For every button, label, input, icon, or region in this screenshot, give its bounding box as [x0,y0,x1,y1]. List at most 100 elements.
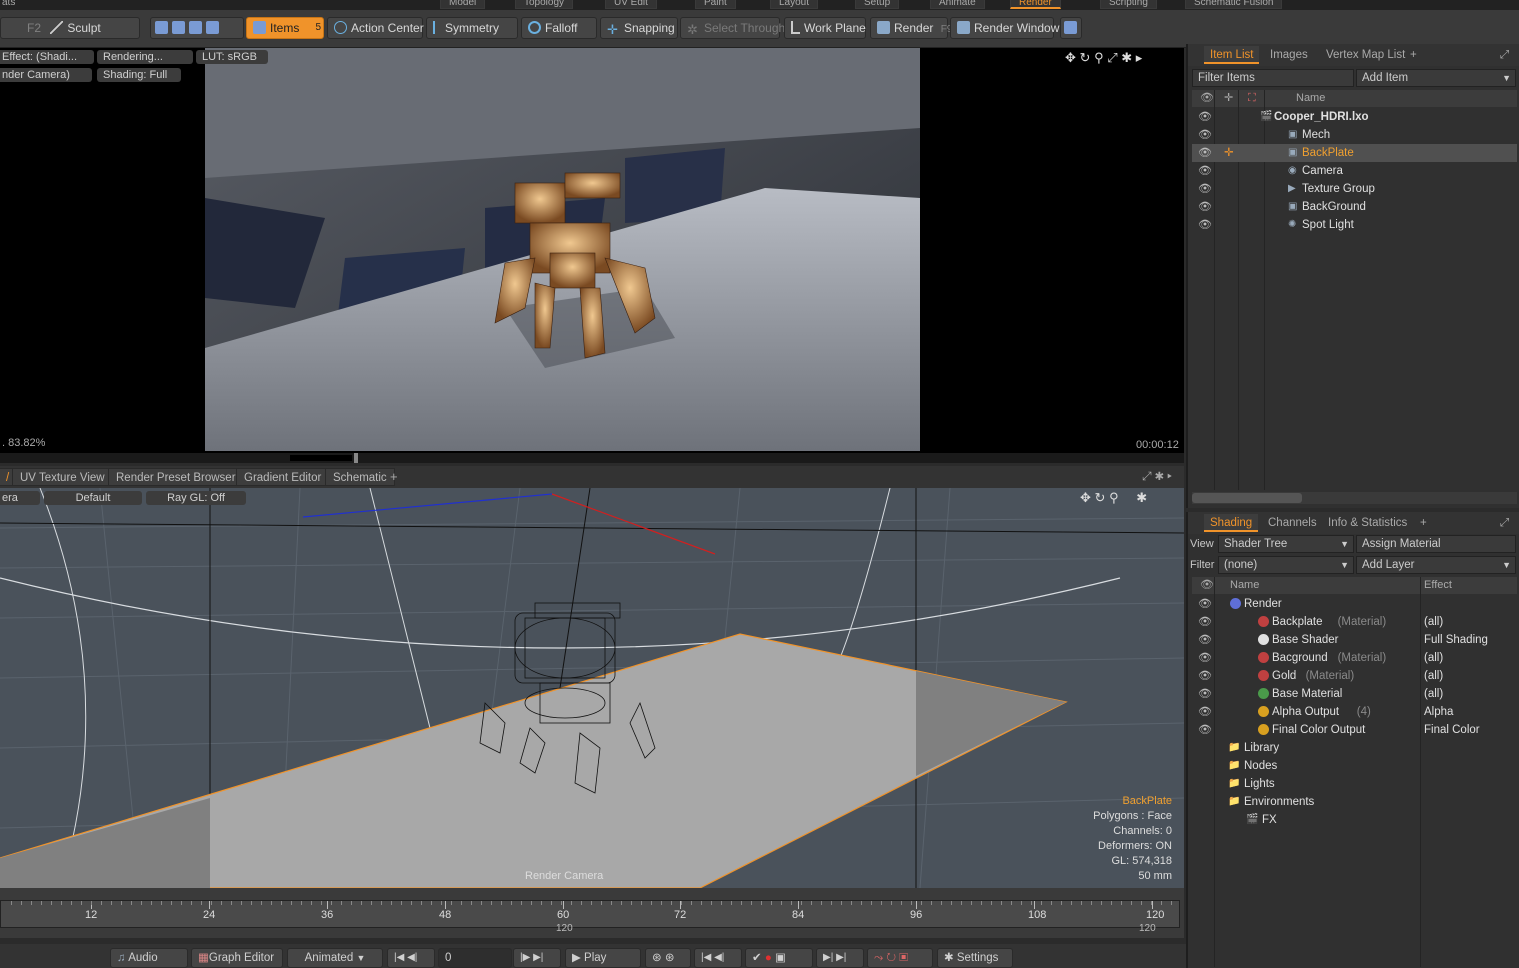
add-tab-icon[interactable]: + [1414,514,1433,532]
effect-dropdown[interactable]: Effect: (Shadi... [0,50,94,64]
3d-viewport[interactable]: era Default Ray GL: Off ✥ ↻ ⚲ ✱ Render C… [0,488,1184,888]
tab-uv-edit[interactable]: UV Edit [605,0,657,9]
eye-icon[interactable]: 👁 [1198,183,1212,195]
eye-icon[interactable]: 👁 [1198,201,1212,213]
maximize-icon[interactable]: ⤢ [1494,46,1515,64]
tab-setup[interactable]: Setup [855,0,900,9]
tab-schematic-fusion[interactable]: Schematic Fusion [1185,0,1283,9]
filter-dropdown[interactable]: (none) ▼ [1218,556,1354,574]
eye-icon[interactable]: 👁 [1198,598,1212,610]
move-view-icon[interactable]: ✥ [1065,50,1076,65]
name-col-header[interactable]: Name [1296,90,1325,107]
shader-row-fx[interactable]: 🎬 FX [1192,811,1517,829]
raygl-dropdown[interactable]: Ray GL: Off [146,491,246,505]
frame-field[interactable]: 0 [438,948,512,968]
tab-model[interactable]: Model [440,0,486,9]
add-tab-icon[interactable]: + [390,469,398,484]
scrub-handle[interactable] [290,455,352,461]
render-col-icon[interactable]: ⛶ [1248,90,1256,107]
work-plane-button[interactable]: Work Plane [784,17,866,39]
zoom-view-icon[interactable]: ⚲ [1109,490,1119,505]
shader-row-library[interactable]: 📁 Library [1192,739,1517,757]
shader-row-base-material[interactable]: 👁 Base Material (all) [1192,685,1517,703]
shading-dropdown[interactable]: Shading: Full [97,68,181,82]
graph-editor-button[interactable]: ▦Graph Editor [191,948,283,968]
move-view-icon[interactable]: ✥ [1080,490,1091,505]
eye-icon[interactable]: 👁 [1198,706,1212,718]
lut-dropdown[interactable]: LUT: sRGB [196,50,268,64]
effect-col-header[interactable]: Effect [1424,577,1452,594]
rendering-status[interactable]: Rendering... [97,50,193,64]
eye-icon[interactable]: 👁 [1198,111,1212,123]
zoom-view-icon[interactable]: ⚲ [1094,50,1104,65]
action-center-button[interactable]: Action Center [327,17,424,39]
key-next-buttons[interactable]: ▶| ▶| [816,948,864,968]
snapping-button[interactable]: ✛ Snapping [600,17,678,39]
lock-col-icon[interactable]: ✛ [1224,90,1233,107]
eye-icon[interactable]: 👁 [1198,616,1212,628]
tab-uv-texture-view[interactable]: UV Texture View [12,468,113,486]
tab-topology[interactable]: Topology [515,0,574,9]
eye-icon[interactable]: 👁 [1198,129,1212,141]
shader-row-gold[interactable]: 👁 Gold (Material) (all) [1192,667,1517,685]
item-row-background[interactable]: 👁 ▣ BackGround [1192,198,1517,216]
sculpt-button[interactable]: F2 Sculpt [0,17,140,39]
shader-row-nodes[interactable]: 📁 Nodes [1192,757,1517,775]
tab-shading[interactable]: Shading [1204,514,1259,532]
skip-back-buttons[interactable]: |◀ ◀| [387,948,435,968]
record-icon[interactable]: ● [765,952,772,964]
shader-row-backplate[interactable]: 👁 Backplate (Material) (all) [1192,613,1517,631]
tab-channels[interactable]: Channels [1262,514,1323,532]
add-layer-dropdown[interactable]: Add Layer ▼ [1356,556,1516,574]
style-dropdown[interactable]: Default [44,491,142,505]
shader-row-final-color-output[interactable]: 👁 Final Color Output Final Color [1192,721,1517,739]
settings-button[interactable]: ✱ Settings [937,948,1013,968]
camera-dropdown[interactable]: nder Camera) [0,68,92,82]
eye-icon[interactable]: 👁 [1198,670,1212,682]
item-row-backplate[interactable]: 👁 ✛ ▣ BackPlate [1192,144,1517,162]
symmetry-button[interactable]: Symmetry [426,17,518,39]
shader-row-alpha-output[interactable]: 👁 Alpha Output (4) Alpha [1192,703,1517,721]
rotate-view-icon[interactable]: ↻ [1095,490,1106,505]
tab-info-statistics[interactable]: Info & Statistics [1322,514,1413,532]
timeline[interactable]: 12 24 36 48 60 72 84 96 108 120 120 120 [0,888,1184,938]
key-tools[interactable]: ⤳ ↻ ▣ [867,948,933,968]
tab-render-preset-browser[interactable]: Render Preset Browser [108,468,244,486]
tab-images[interactable]: Images [1264,46,1314,64]
item-row-spot-light[interactable]: 👁 ✺ Spot Light [1192,216,1517,234]
falloff-button[interactable]: Falloff [521,17,597,39]
visibility-col-icon[interactable]: 👁 [1200,577,1214,594]
material-mode-icon[interactable] [206,21,219,34]
item-row-cooper-hdri-lxo[interactable]: 👁 🎬 Cooper_HDRI.lxo [1192,108,1517,126]
tab-layout[interactable]: Layout [770,0,819,9]
tab-schematic[interactable]: Schematic [325,468,395,486]
shader-row-environments[interactable]: 📁 Environments [1192,793,1517,811]
viewport-splitter[interactable] [0,453,1184,463]
shader-row-bacground[interactable]: 👁 Bacground (Material) (all) [1192,649,1517,667]
maximize-icon[interactable]: ⤢ [1107,50,1117,65]
select-through-button[interactable]: ✲ Select Through [680,17,785,39]
skip-forward-buttons[interactable]: |▶ ▶| [513,948,561,968]
filter-items-input[interactable]: Filter Items [1192,69,1354,87]
eye-icon[interactable]: 👁 [1198,165,1212,177]
rotate-view-icon[interactable]: ↻ [1080,50,1091,65]
vertex-mode-icon[interactable] [155,21,168,34]
scroll-thumb[interactable] [1192,493,1302,503]
animated-dropdown[interactable]: Animated ▼ [287,948,383,968]
maximize-icon[interactable]: ⤢ [1494,514,1515,532]
eye-icon[interactable]: 👁 [1198,724,1212,736]
item-row-camera[interactable]: 👁 ◉ Camera [1192,162,1517,180]
record-group[interactable]: ✔ ● ▣ [745,948,813,968]
assign-material-button[interactable]: Assign Material [1356,535,1516,553]
add-item-dropdown[interactable]: Add Item ▼ [1356,69,1516,87]
tab-paint[interactable]: Paint [695,0,736,9]
eye-icon[interactable]: 👁 [1198,688,1212,700]
shader-row-base-shader[interactable]: 👁 Base Shader Full Shading [1192,631,1517,649]
shader-row-lights[interactable]: 📁 Lights [1192,775,1517,793]
item-row-mech[interactable]: 👁 ▣ Mech [1192,126,1517,144]
audio-button[interactable]: ♫ Audio [110,948,188,968]
add-tab-icon[interactable]: + [1404,46,1423,64]
eye-icon[interactable]: 👁 [1198,634,1212,646]
key-buttons[interactable]: ⊛ ⊛ [645,948,691,968]
eye-icon[interactable]: 👁 [1198,147,1212,159]
